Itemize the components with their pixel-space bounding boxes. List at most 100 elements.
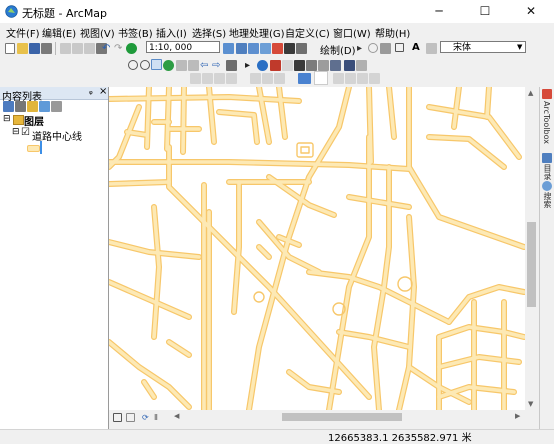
copy-icon[interactable] [72,43,83,54]
zoom-out-icon[interactable] [140,60,150,70]
layer-visibility-checkbox[interactable]: ☑ [21,127,30,138]
view-switch-bar: ⟳ Ⅱ [110,411,170,424]
menu-view[interactable]: 视图(V) [80,25,115,40]
coordinate-readout: 12665383.1 2635582.971 米 [328,433,472,444]
refresh-icon[interactable]: ⟳ [142,413,153,424]
scroll-right-icon[interactable]: ▶ [515,412,520,420]
open-folder-icon[interactable] [17,43,28,54]
menu-insert[interactable]: 插入(I) [156,25,187,40]
list-by-visibility-icon[interactable] [27,101,38,112]
data-view-icon[interactable] [113,413,122,422]
zoom-whole-page-icon[interactable] [380,43,391,54]
back-extent-icon[interactable]: ⇦ [200,60,211,71]
toc-close-icon[interactable]: × [99,86,107,97]
menu-help[interactable]: 帮助(H) [375,25,410,40]
select-features-icon[interactable] [226,60,237,71]
layers-root-label[interactable]: 图层 [24,113,44,128]
text-cursor [40,141,42,154]
fixed-zoom-out-icon[interactable] [188,60,199,71]
horizontal-scrollbar[interactable]: ◀ ▶ [172,410,525,424]
python-window-icon[interactable] [284,43,295,54]
menu-customize[interactable]: 自定义(C) [285,25,330,40]
menu-geoprocessing[interactable]: 地理处理(G) [229,25,285,40]
hyperlink-icon[interactable] [270,60,281,71]
catalog-dock-icon[interactable] [542,153,552,163]
new-document-icon[interactable] [5,43,15,54]
toolbar-separator [55,42,56,55]
pause-drawing-icon[interactable]: Ⅱ [154,413,165,424]
vertical-scroll-thumb[interactable] [527,222,536,307]
arctoolbox-dock-icon[interactable] [542,89,552,99]
close-button[interactable]: ✕ [508,0,554,23]
map-view[interactable] [109,87,525,410]
editor-toolbar-icon[interactable] [223,43,234,54]
menu-selection[interactable]: 选择(S) [192,25,226,40]
menu-bookmarks[interactable]: 书签(B) [118,25,153,40]
add-data-icon[interactable] [126,43,137,54]
rectangle-tool-icon[interactable] [395,43,404,52]
model-builder-icon[interactable] [296,43,307,54]
select-arrow-icon[interactable]: ▸ [245,60,256,71]
list-by-source-icon[interactable] [15,101,26,112]
maximize-button[interactable]: ☐ [462,0,508,23]
pan-icon[interactable] [151,59,162,70]
identify-icon[interactable] [257,60,268,71]
menu-file[interactable]: 文件(F) [6,25,40,40]
find-route-icon[interactable] [318,60,329,71]
scroll-up-icon[interactable]: ▲ [528,89,533,97]
catalog-dock-label[interactable]: 目录 [542,164,553,180]
redo-icon[interactable]: ↷ [114,43,125,54]
print-icon[interactable] [41,43,52,54]
undo-icon[interactable]: ↶ [102,43,113,54]
create-viewer-icon[interactable] [356,60,367,71]
forward-extent-icon[interactable]: ⇨ [212,60,223,71]
window-title: 无标题 - ArcMap [22,7,108,20]
menu-edit[interactable]: 编辑(E) [42,25,76,40]
expand-layer-icon[interactable]: ⊟ [12,127,20,137]
chevron-down-icon[interactable]: ▼ [517,43,522,51]
minimize-button[interactable]: ─ [416,0,462,23]
table-of-contents-icon[interactable] [236,43,247,54]
fixed-zoom-in-icon[interactable] [176,60,187,71]
full-extent-icon[interactable] [163,60,174,71]
search-window-icon[interactable] [260,43,271,54]
search-dock-icon[interactable] [542,181,552,191]
list-by-selection-icon[interactable] [39,101,50,112]
scroll-down-icon[interactable]: ▼ [528,400,533,408]
pin-icon[interactable]: ᵩ [89,87,93,97]
vertical-scrollbar[interactable]: ▲ ▼ [525,87,538,410]
search-dock-label[interactable]: 搜索 [542,192,553,208]
menu-windows[interactable]: 窗口(W) [333,25,371,40]
paste-icon[interactable] [84,43,95,54]
arctoolbox-dock-label[interactable]: ArcToolbox [542,101,551,144]
edit-vertices-icon[interactable] [426,43,437,54]
georef-tool-icon [202,73,213,84]
layout-zoom-icon [262,73,273,84]
horizontal-scroll-thumb[interactable] [282,413,402,421]
zoom-in-icon[interactable] [128,60,138,70]
georef-table-icon [226,73,237,84]
cut-icon[interactable] [60,43,71,54]
arcmap-icon [5,5,18,18]
save-icon[interactable] [29,43,40,54]
select-elements-icon[interactable]: ▸ [357,43,368,54]
map-scale-input[interactable]: 1:10, 000 [146,41,220,53]
draw-menu-button[interactable]: 绘制(D) [320,42,356,57]
time-slider-icon[interactable] [344,60,355,71]
list-by-drawing-order-icon[interactable] [3,101,14,112]
road-network-map [109,87,525,410]
html-popup-icon[interactable] [282,60,293,71]
arctoolbox-icon[interactable] [272,43,283,54]
measure-icon[interactable] [294,60,305,71]
text-tool-icon[interactable]: A [412,42,420,53]
find-icon[interactable] [306,60,317,71]
rotate-icon[interactable] [368,43,378,53]
toc-options-icon[interactable] [51,101,62,112]
layer-symbol-icon[interactable] [27,145,40,152]
font-select[interactable]: 宋体 [440,41,526,53]
expand-root-icon[interactable]: ⊟ [3,114,11,124]
scroll-left-icon[interactable]: ◀ [174,412,179,420]
layout-view-icon[interactable] [126,413,135,422]
go-to-xy-icon[interactable] [330,60,341,71]
catalog-window-icon[interactable] [248,43,259,54]
